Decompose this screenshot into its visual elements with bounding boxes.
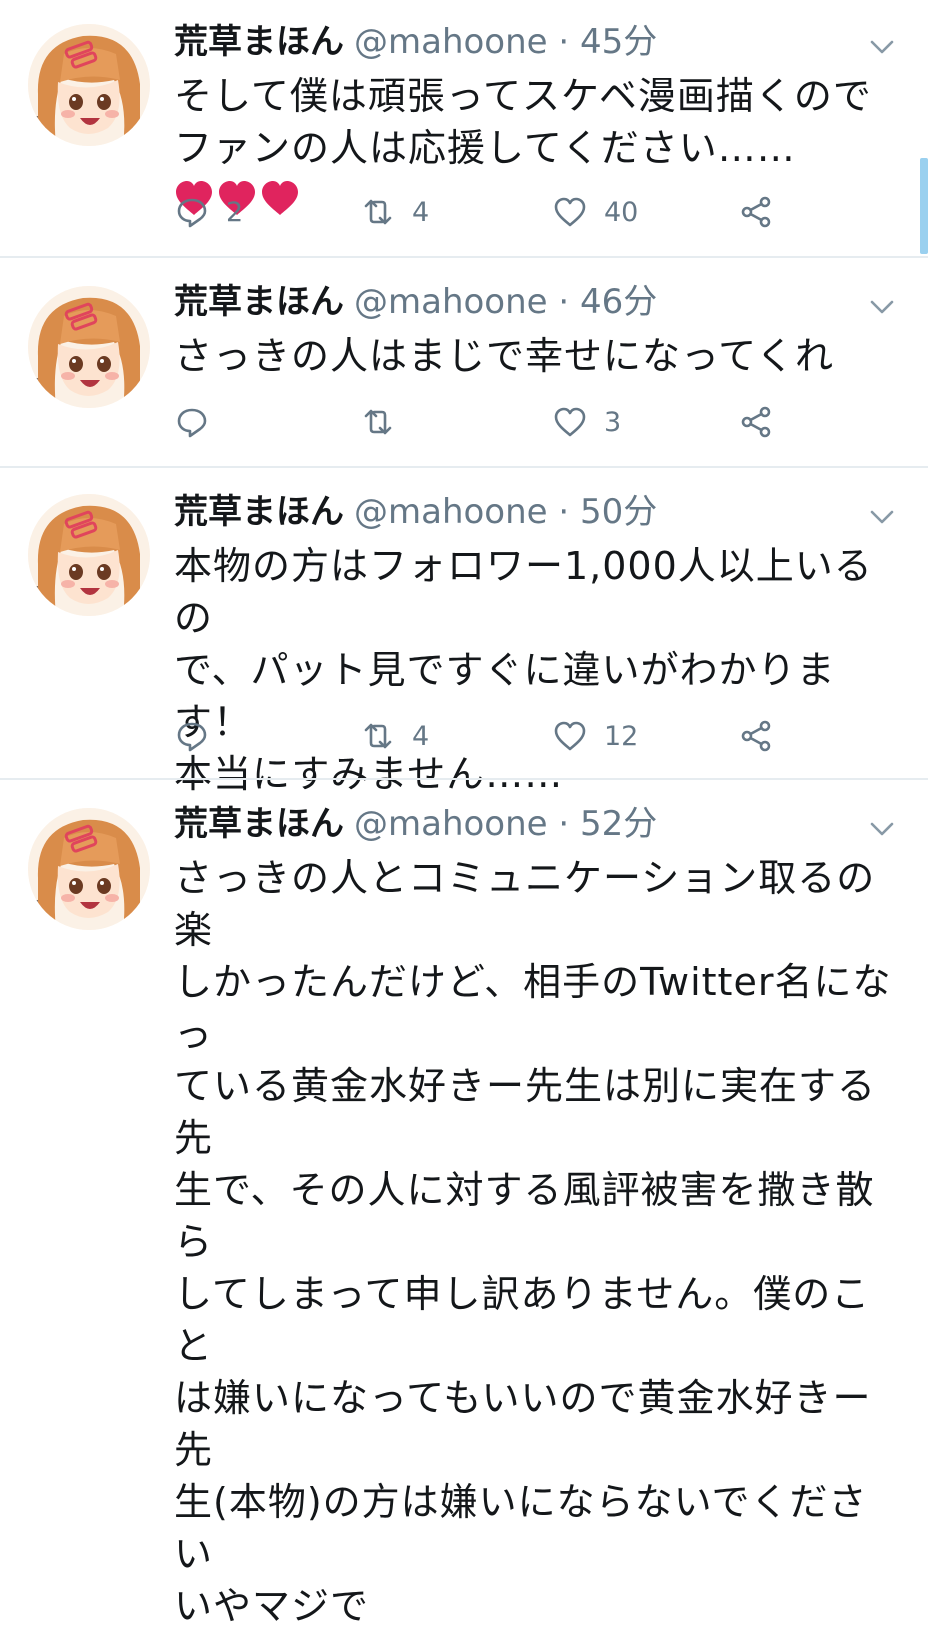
tweet-4[interactable]: 荒草まほん @mahoone · 52分 さっきの人とコミュニケーション取るの楽 … (0, 796, 928, 1628)
like-count: 40 (604, 196, 639, 228)
share-icon (741, 406, 771, 438)
share-button[interactable] (738, 712, 774, 760)
handle-timestamp[interactable]: @mahoone · 50分 (354, 492, 657, 532)
tweet-header: 荒草まほん @mahoone · 50分 (174, 484, 657, 540)
tweet-3[interactable]: 荒草まほん @mahoone · 50分 本物の方はフォロワー1,000人以上いる… (0, 484, 928, 796)
tweet-text: さっきの人とコミュニケーション取るの楽 しかったんだけど、相手のTwitter名… (174, 856, 892, 1628)
tweet-header: 荒草まほん @mahoone · 52分 (174, 796, 657, 852)
share-icon (741, 196, 771, 228)
share-button[interactable] (738, 188, 774, 236)
retweet-button[interactable] (360, 398, 412, 446)
like-icon (554, 407, 586, 437)
handle-timestamp[interactable]: @mahoone · 52分 (354, 804, 657, 844)
reply-count: 2 (226, 196, 244, 228)
like-count: 12 (604, 720, 639, 752)
avatar[interactable] (28, 494, 150, 616)
display-name[interactable]: 荒草まほん (174, 22, 344, 62)
share-button[interactable] (738, 398, 774, 446)
retweet-icon (364, 723, 392, 749)
reply-icon (177, 408, 207, 438)
display-name[interactable]: 荒草まほん (174, 492, 344, 532)
like-icon (554, 197, 586, 227)
avatar[interactable] (28, 286, 150, 408)
chevron-down-icon[interactable] (864, 498, 900, 534)
tweet-text: さっきの人はまじで幸せになってくれ (174, 334, 834, 378)
tweet-2[interactable]: 荒草まほん @mahoone · 46分 さっきの人はまじで幸せになってくれ 3 (0, 274, 928, 466)
like-button[interactable]: 12 (552, 712, 638, 760)
handle-timestamp[interactable]: @mahoone · 45分 (354, 22, 657, 62)
avatar-illustration (28, 808, 150, 930)
tweet-header: 荒草まほん @mahoone · 45分 (174, 14, 657, 70)
tweet-text: 本物の方はフォロワー1,000人以上いるの で、パット見ですぐに違いがわかります… (174, 544, 873, 796)
scroll-indicator (920, 158, 928, 254)
like-icon (554, 721, 586, 751)
retweet-button[interactable]: 4 (360, 188, 429, 236)
share-icon (741, 720, 771, 752)
divider (0, 256, 928, 258)
tweet-header: 荒草まほん @mahoone · 46分 (174, 274, 657, 330)
divider (0, 466, 928, 468)
like-button[interactable]: 3 (552, 398, 621, 446)
display-name[interactable]: 荒草まほん (174, 282, 344, 322)
retweet-count: 4 (412, 196, 430, 228)
retweet-button[interactable]: 4 (360, 712, 429, 760)
tweet-actions: 2 4 40 (174, 188, 794, 236)
reply-icon (177, 722, 207, 752)
tweet-actions: 4 12 (174, 712, 794, 760)
avatar-illustration (28, 286, 150, 408)
reply-button[interactable]: 2 (174, 188, 243, 236)
tweet-actions: 3 (174, 398, 794, 446)
display-name[interactable]: 荒草まほん (174, 804, 344, 844)
reply-button[interactable] (174, 398, 226, 446)
handle-timestamp[interactable]: @mahoone · 46分 (354, 282, 657, 322)
avatar-illustration (28, 494, 150, 616)
like-count: 3 (604, 406, 622, 438)
divider (0, 778, 928, 780)
reply-icon (177, 198, 207, 228)
avatar-illustration (28, 24, 150, 146)
chevron-down-icon[interactable] (864, 28, 900, 64)
retweet-count: 4 (412, 720, 430, 752)
avatar[interactable] (28, 24, 150, 146)
retweet-icon (364, 199, 392, 225)
like-button[interactable]: 40 (552, 188, 638, 236)
chevron-down-icon[interactable] (864, 810, 900, 846)
chevron-down-icon[interactable] (864, 288, 900, 324)
reply-button[interactable] (174, 712, 226, 760)
avatar[interactable] (28, 808, 150, 930)
retweet-icon (364, 409, 392, 435)
tweet-1[interactable]: 荒草まほん @mahoone · 45分 そして僕は頑張ってスケベ漫画描くので フ… (0, 14, 928, 258)
